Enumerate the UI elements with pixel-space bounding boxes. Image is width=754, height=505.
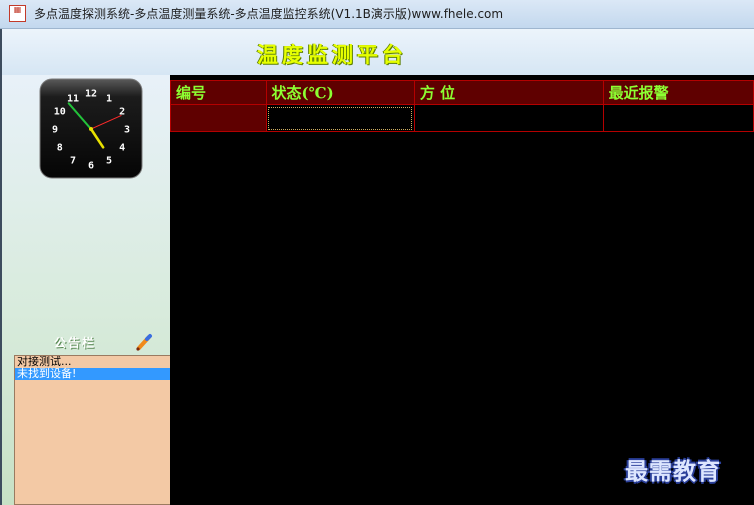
watermark-logo: 最需教育 xyxy=(625,458,721,485)
column-header-location[interactable]: 方 位 xyxy=(413,80,604,105)
platform-title: 温度监测平台 xyxy=(257,42,407,67)
analog-clock: 12 1234567891011 xyxy=(39,78,143,179)
log-list[interactable]: 对接测试... 未找到设备! xyxy=(14,355,171,505)
clock-number: 10 xyxy=(54,107,66,118)
clock-number: 4 xyxy=(119,143,125,154)
clock-number: 8 xyxy=(57,143,63,154)
column-header-id[interactable]: 编号 xyxy=(170,80,267,105)
clock-number: 5 xyxy=(106,156,112,167)
notice-board-title: 公告栏 xyxy=(54,336,97,350)
table-row[interactable] xyxy=(170,104,754,132)
clock-number: 7 xyxy=(70,156,76,167)
left-panel: 12 1 2 3 4 5 6 7 8 9 10 11 公告栏 对接测试... 未找到设备! xyxy=(0,75,171,505)
table-cell-last-alarm[interactable] xyxy=(602,104,754,132)
clock-number: 12 xyxy=(85,89,97,100)
log-item-selected[interactable]: 未找到设备! xyxy=(15,368,170,380)
table-header-row: 编号 状态(℃) 方 位 最近报警 xyxy=(170,80,754,105)
clock-number: 6 xyxy=(88,161,94,172)
window-title: 多点温度探测系统-多点温度测量系统-多点温度监控系统(V1.1B演示版)www.… xyxy=(34,7,504,21)
table-cell-id[interactable] xyxy=(170,104,267,132)
notice-board-bar: 公告栏 xyxy=(14,332,170,352)
clock-number: 1 xyxy=(106,93,112,104)
clock-center-hub xyxy=(89,127,93,131)
app-window: ▦ 多点温度探测系统-多点温度测量系统-多点温度监控系统(V1.1B演示版)ww… xyxy=(0,0,754,505)
column-header-status[interactable]: 状态(℃) xyxy=(265,80,415,105)
header-banner: 温度监测平台 xyxy=(0,29,754,75)
column-header-last-alarm[interactable]: 最近报警 xyxy=(602,80,754,105)
title-bar[interactable]: ▦ 多点温度探测系统-多点温度测量系统-多点温度监控系统(V1.1B演示版)ww… xyxy=(0,0,754,29)
table-cell-status[interactable] xyxy=(265,104,415,132)
clock-number: 9 xyxy=(52,125,58,136)
monitor-grid-area: 编号 状态(℃) 方 位 最近报警 最需教育 xyxy=(170,75,754,505)
pencil-icon[interactable] xyxy=(134,332,154,352)
clock-number: 3 xyxy=(124,125,130,136)
sensor-table: 编号 状态(℃) 方 位 最近报警 xyxy=(170,80,754,132)
app-logo-icon: ▦ xyxy=(9,5,26,22)
table-cell-location[interactable] xyxy=(413,104,604,132)
